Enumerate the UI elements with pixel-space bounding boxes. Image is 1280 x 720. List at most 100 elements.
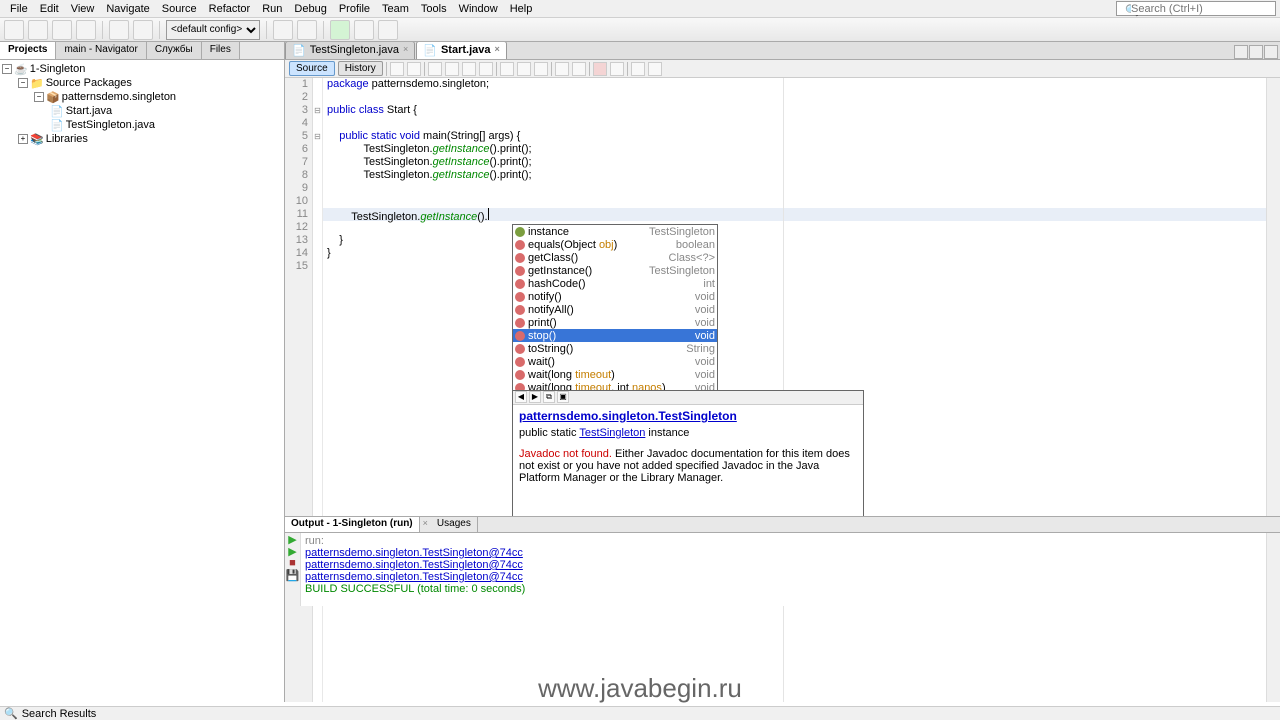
next-bookmark-icon[interactable]	[517, 62, 531, 76]
menu-view[interactable]: View	[65, 3, 101, 15]
history-view-button[interactable]: History	[338, 61, 383, 76]
nav-forward-icon[interactable]: ▶	[529, 391, 541, 403]
rerun-icon[interactable]: ▶	[285, 533, 300, 545]
stop-icon[interactable]: ■	[285, 557, 300, 569]
build-button[interactable]	[273, 20, 293, 40]
menu-window[interactable]: Window	[453, 3, 504, 15]
comment-icon[interactable]	[610, 62, 624, 76]
menu-tools[interactable]: Tools	[415, 3, 453, 15]
new-file-button[interactable]	[4, 20, 24, 40]
completion-item[interactable]: wait()void	[513, 355, 717, 368]
toggle-bookmark-icon[interactable]	[534, 62, 548, 76]
project-tree[interactable]: −☕1-Singleton −📁Source Packages −📦patter…	[0, 60, 284, 148]
close-icon[interactable]: ×	[403, 44, 408, 57]
tab-projects[interactable]: Projects	[0, 42, 56, 59]
debug-button[interactable]	[354, 20, 374, 40]
shift-right-icon[interactable]	[572, 62, 586, 76]
format-icon[interactable]	[648, 62, 662, 76]
menu-file[interactable]: File	[4, 3, 34, 15]
collapse-icon[interactable]: −	[34, 92, 44, 102]
redo-button[interactable]	[133, 20, 153, 40]
save-icon[interactable]: 💾	[285, 569, 300, 581]
menu-navigate[interactable]: Navigate	[100, 3, 155, 15]
expand-icon[interactable]: +	[18, 134, 28, 144]
find-next-icon[interactable]	[462, 62, 476, 76]
output-line[interactable]: patternsdemo.singleton.TestSingleton@74c…	[305, 571, 1276, 583]
tab-services[interactable]: Службы	[147, 42, 202, 59]
output-line[interactable]: patternsdemo.singleton.TestSingleton@74c…	[305, 559, 1276, 571]
editor-tab-start[interactable]: 📄Start.java×	[416, 42, 507, 59]
completion-item[interactable]: instanceTestSingleton	[513, 225, 717, 238]
menu-edit[interactable]: Edit	[34, 3, 65, 15]
menu-debug[interactable]: Debug	[288, 3, 332, 15]
menu-run[interactable]: Run	[256, 3, 288, 15]
completion-item[interactable]: wait(long timeout)void	[513, 368, 717, 381]
undo-button[interactable]	[109, 20, 129, 40]
completion-item[interactable]: print()void	[513, 316, 717, 329]
tab-scroll-left-icon[interactable]	[1234, 45, 1248, 59]
output-line: run:	[305, 535, 1276, 547]
javadoc-class-link[interactable]: patternsdemo.singleton.TestSingleton	[519, 409, 857, 423]
prev-bookmark-icon[interactable]	[500, 62, 514, 76]
open-button[interactable]	[52, 20, 72, 40]
tree-src[interactable]: Source Packages	[46, 77, 132, 89]
editor-scrollbar[interactable]	[1266, 78, 1280, 702]
find-selection-icon[interactable]	[428, 62, 442, 76]
nav-back-icon[interactable]: ◀	[515, 391, 527, 403]
save-all-button[interactable]	[76, 20, 96, 40]
menu-team[interactable]: Team	[376, 3, 415, 15]
clean-build-button[interactable]	[297, 20, 317, 40]
menu-help[interactable]: Help	[504, 3, 539, 15]
tree-file-start[interactable]: Start.java	[66, 105, 112, 117]
editor-tab-testsingleton[interactable]: 📄TestSingleton.java×	[285, 42, 415, 59]
run-config-select[interactable]: <default config>	[166, 20, 260, 40]
nav-forward-icon[interactable]	[407, 62, 421, 76]
tab-navigator[interactable]: main - Navigator	[56, 42, 146, 59]
find-prev-icon[interactable]	[445, 62, 459, 76]
run-button[interactable]	[330, 20, 350, 40]
maximize-icon[interactable]	[1264, 45, 1278, 59]
menu-profile[interactable]: Profile	[333, 3, 376, 15]
javadoc-signature: public static TestSingleton instance	[519, 427, 857, 440]
completion-item[interactable]: getClass()Class<?>	[513, 251, 717, 264]
completion-item-selected[interactable]: stop()void	[513, 329, 717, 342]
uncomment-icon[interactable]	[631, 62, 645, 76]
output-line[interactable]: patternsdemo.singleton.TestSingleton@74c…	[305, 547, 1276, 559]
code-completion-popup[interactable]: instanceTestSingleton equals(Object obj)…	[512, 224, 718, 395]
search-input[interactable]	[1131, 3, 1251, 15]
completion-item[interactable]: notify()void	[513, 290, 717, 303]
collapse-icon[interactable]: −	[2, 64, 12, 74]
quick-search[interactable]: 🔍	[1116, 1, 1276, 16]
close-icon[interactable]: ×	[420, 517, 431, 532]
tree-file-testsingleton[interactable]: TestSingleton.java	[66, 119, 155, 131]
completion-item[interactable]: hashCode()int	[513, 277, 717, 290]
menu-source[interactable]: Source	[156, 3, 203, 15]
type-link[interactable]: TestSingleton	[579, 427, 645, 439]
rerun-debug-icon[interactable]: ▶	[285, 545, 300, 557]
stop-icon[interactable]	[593, 62, 607, 76]
completion-item[interactable]: toString()String	[513, 342, 717, 355]
completion-item[interactable]: getInstance()TestSingleton	[513, 264, 717, 277]
tree-libraries[interactable]: Libraries	[46, 133, 88, 145]
completion-item[interactable]: equals(Object obj)boolean	[513, 238, 717, 251]
completion-item[interactable]: notifyAll()void	[513, 303, 717, 316]
output-scrollbar[interactable]	[1266, 533, 1280, 606]
open-browser-icon[interactable]: ⧉	[543, 391, 555, 403]
toggle-highlight-icon[interactable]	[479, 62, 493, 76]
tab-files[interactable]: Files	[202, 42, 240, 59]
tab-output[interactable]: Output - 1-Singleton (run)	[285, 517, 420, 532]
profile-button[interactable]	[378, 20, 398, 40]
close-icon[interactable]: ×	[494, 44, 499, 57]
tab-list-icon[interactable]	[1249, 45, 1263, 59]
output-console[interactable]: run: patternsdemo.singleton.TestSingleto…	[301, 533, 1280, 606]
tree-project[interactable]: 1-Singleton	[30, 63, 86, 75]
new-project-button[interactable]	[28, 20, 48, 40]
collapse-icon[interactable]: −	[18, 78, 28, 88]
tab-usages[interactable]: Usages	[431, 517, 478, 532]
shift-left-icon[interactable]	[555, 62, 569, 76]
source-view-button[interactable]: Source	[289, 61, 335, 76]
open-source-icon[interactable]: ▣	[557, 391, 569, 403]
menu-refactor[interactable]: Refactor	[203, 3, 257, 15]
tree-package[interactable]: patternsdemo.singleton	[62, 91, 176, 103]
nav-back-icon[interactable]	[390, 62, 404, 76]
